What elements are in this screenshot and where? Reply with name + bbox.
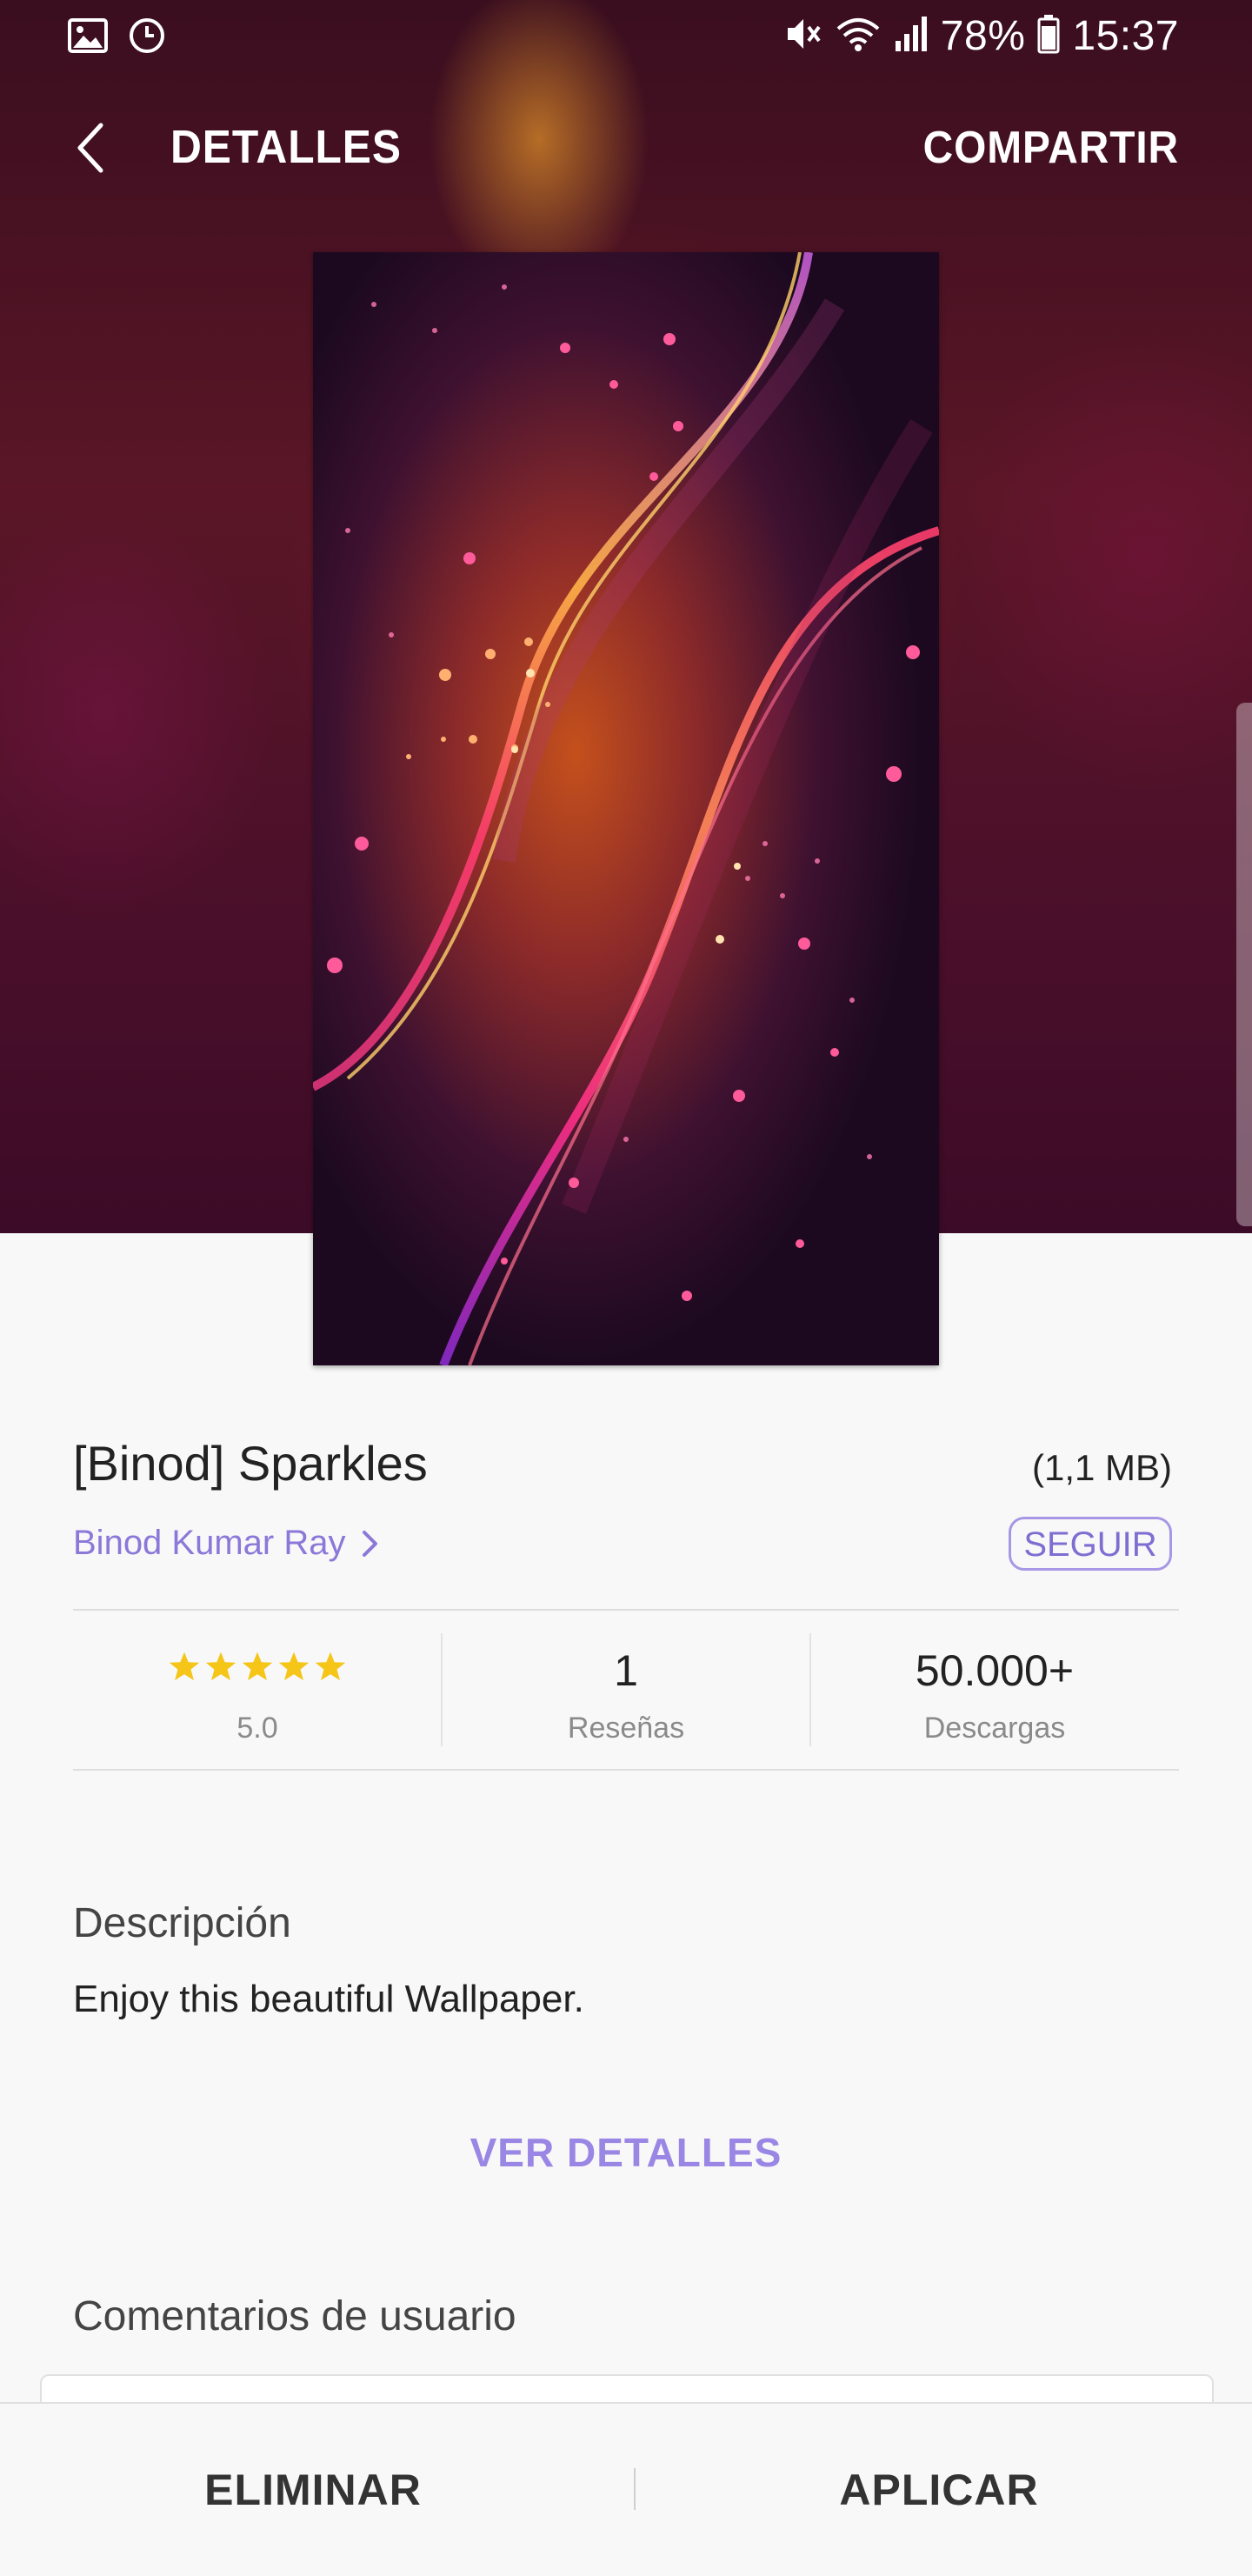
rating-stars (73, 1651, 442, 1682)
clock: 15:37 (1072, 13, 1179, 59)
downloads-count: 50.000+ (915, 1646, 1075, 1695)
delete-button[interactable]: ELIMINAR (0, 2404, 626, 2576)
wallpaper-preview[interactable] (313, 252, 939, 1365)
mute-icon (782, 14, 822, 58)
stats-row: 5.0 1 Reseñas 50.000+ Descargas (73, 1611, 1179, 1769)
gallery-icon (68, 18, 108, 57)
sync-icon (127, 16, 167, 60)
star-icon (315, 1652, 346, 1681)
downloads-stat: 50.000+ Descargas (810, 1611, 1179, 1769)
reviews-stat[interactable]: 1 Reseñas (442, 1611, 810, 1769)
star-icon (278, 1652, 310, 1681)
divider (73, 1769, 1179, 1771)
edge-panel-handle[interactable] (1236, 703, 1252, 1226)
apply-button[interactable]: APLICAR (626, 2404, 1252, 2576)
battery-percent: 78% (940, 13, 1026, 59)
description-text: Enjoy this beautiful Wallpaper. (73, 1978, 584, 2020)
wifi-icon (835, 15, 882, 57)
wallpaper-title: [Binod] Sparkles (73, 1436, 428, 1491)
author-name: Binod Kumar Ray (73, 1524, 346, 1562)
bottom-action-bar: ELIMINAR APLICAR (0, 2402, 1252, 2576)
description-heading: Descripción (73, 1900, 291, 1946)
back-button[interactable] (56, 113, 125, 183)
chevron-left-icon (77, 123, 103, 173)
author-link[interactable]: Binod Kumar Ray (73, 1524, 380, 1563)
star-icon (169, 1652, 200, 1681)
reviews-count: 1 (614, 1646, 638, 1695)
page-title: DETALLES (170, 121, 402, 173)
view-details-button[interactable]: VER DETALLES (0, 2129, 1252, 2176)
signal-icon (894, 15, 929, 57)
reviews-label: Reseñas (567, 1712, 685, 1745)
share-button[interactable]: COMPARTIR (923, 122, 1179, 174)
star-icon (205, 1652, 236, 1681)
downloads-label: Descargas (923, 1712, 1066, 1745)
chevron-right-icon (363, 1530, 378, 1557)
status-bar: 78% 15:37 (0, 0, 1252, 75)
battery-icon (1037, 14, 1060, 58)
file-size: (1,1 MB) (1031, 1447, 1172, 1488)
app-bar: DETALLES COMPARTIR (0, 96, 1252, 200)
follow-button[interactable]: SEGUIR (1009, 1517, 1172, 1571)
comments-heading: Comentarios de usuario (73, 2293, 516, 2339)
star-icon (242, 1652, 273, 1681)
rating-stat: 5.0 (73, 1611, 442, 1769)
rating-value: 5.0 (236, 1712, 278, 1745)
